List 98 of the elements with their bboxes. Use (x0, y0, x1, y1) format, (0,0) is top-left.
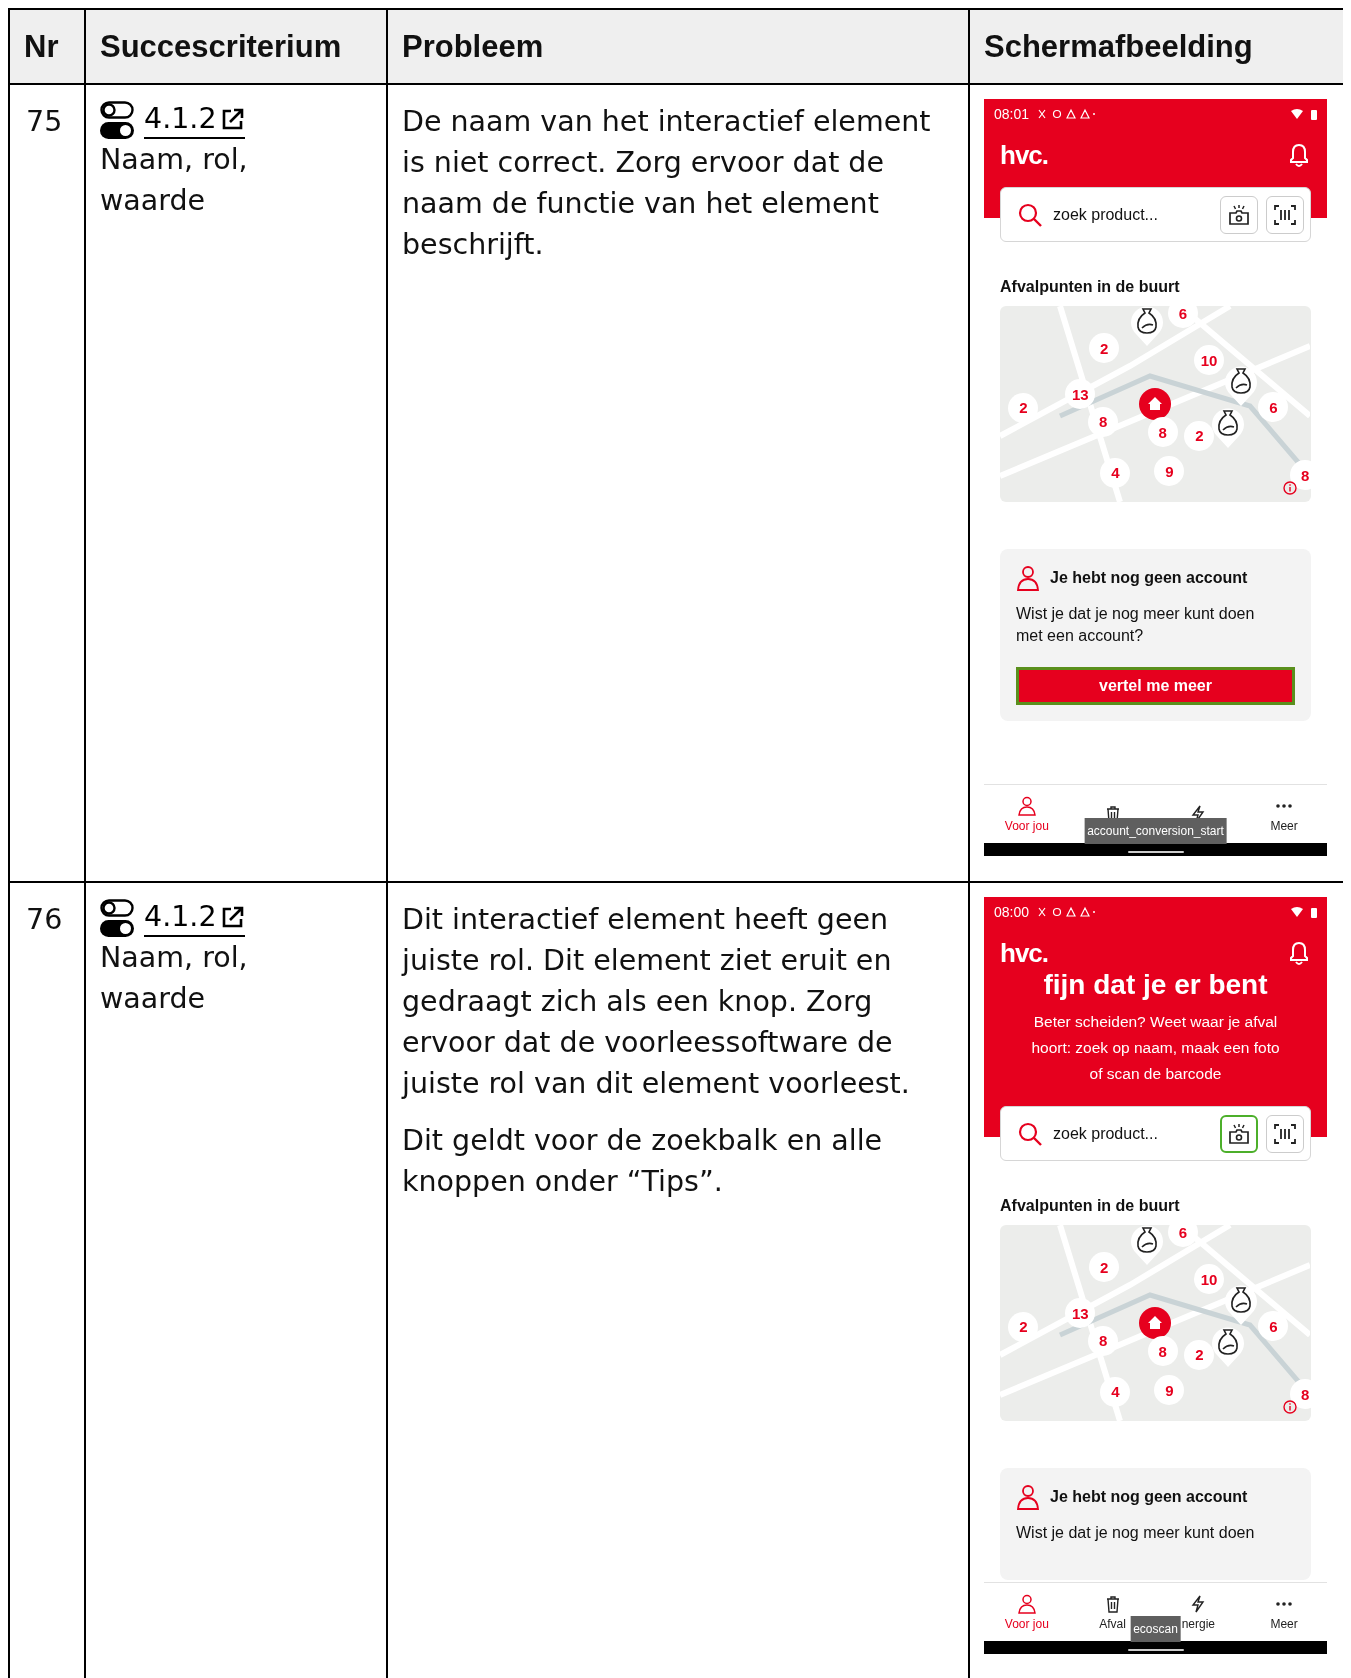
person-icon (1016, 1484, 1040, 1510)
status-time: 08:01 (994, 106, 1030, 122)
row-number: 76 (26, 903, 63, 936)
cluster-marker[interactable]: 6 (1258, 1311, 1289, 1342)
battery-icon (1311, 906, 1317, 918)
criterion-link[interactable]: 4.1.2 (144, 899, 245, 937)
camera-button[interactable] (1220, 195, 1258, 234)
column-header: Schermafbeelding (969, 9, 1343, 84)
problem-text: Dit interactief element heeft geen juiste rol. Dit element ziet eruit en gedraagt zich als een knop. Zorg ervoor dat de voorleessoftware de juiste rol van dit element voorleest. (402, 902, 911, 1102)
nav-tab[interactable]: Meer (1270, 795, 1298, 833)
cluster-marker[interactable]: 8 (1290, 1379, 1311, 1410)
external-link-icon (220, 905, 245, 929)
column-header: Succescriterium (85, 9, 387, 84)
cluster-marker[interactable]: 4 (1100, 457, 1131, 488)
status-time: 08:00 (994, 904, 1030, 920)
home-indicator[interactable] (1127, 850, 1184, 853)
cluster-marker[interactable]: 10 (1194, 1264, 1224, 1295)
wifi-icon (1291, 109, 1303, 119)
cluster-marker[interactable]: 2 (1089, 1252, 1120, 1283)
camera-icon (1227, 203, 1251, 226)
barcode-scan-button[interactable] (1266, 1114, 1304, 1153)
tell-me-more-button[interactable]: vertel me meer (1016, 667, 1295, 705)
home-marker (1139, 1307, 1172, 1339)
hvc-logo: hvc. (1000, 937, 1049, 969)
barcode-icon (1273, 203, 1297, 226)
wifi-icon (1291, 907, 1303, 917)
toggle-icon (100, 101, 134, 139)
card-title: Je hebt nog geen account (1050, 1488, 1248, 1506)
criterion-name: Naam, rol, waarde (100, 142, 249, 219)
card-text: Wist je dat je nog meer kunt doen met een account? (1016, 604, 1256, 646)
notification-icons (1037, 108, 1096, 120)
section-title: Afvalpunten in de buurt (1000, 1197, 1181, 1215)
cluster-marker[interactable]: 6 (1167, 306, 1198, 329)
hero-text: Beter scheiden? Weet waar je afval hoort: zoek op naam, maak een foto of scan de barcode (1030, 1012, 1281, 1084)
nav-tab[interactable]: Voor jou (1004, 1593, 1049, 1631)
cluster-marker[interactable]: 2 (1184, 1339, 1215, 1370)
nav-tab[interactable]: Voor jou (1004, 795, 1049, 833)
criterion-link[interactable]: 4.1.2 (144, 101, 245, 139)
toggle-icon (100, 899, 134, 937)
search-bar[interactable]: zoek product... (1000, 187, 1311, 242)
more-icon (1276, 803, 1293, 808)
info-icon[interactable] (1282, 481, 1297, 496)
bell-icon[interactable] (1287, 141, 1311, 169)
nav-tab[interactable]: Afval (1099, 1593, 1126, 1631)
person-icon (1016, 795, 1037, 816)
cluster-marker[interactable]: 2 (1184, 420, 1215, 451)
column-header: Probleem (387, 9, 969, 84)
cluster-marker[interactable]: 13 (1065, 1298, 1096, 1328)
cluster-marker[interactable]: 6 (1167, 1225, 1198, 1248)
tooltip: ecoscan (1130, 1616, 1181, 1642)
external-link-icon (220, 107, 245, 131)
home-marker (1139, 388, 1172, 420)
cluster-marker[interactable]: 8 (1088, 1325, 1119, 1356)
notification-icons (1037, 906, 1096, 918)
cluster-marker[interactable]: 8 (1147, 417, 1178, 448)
search-icon (1017, 201, 1043, 228)
info-icon[interactable] (1282, 1400, 1297, 1415)
problem-text: De naam van het interactief element is niet correct. Zorg ervoor dat de naam de functie van het element beschrijft. (402, 104, 932, 263)
card-text: Wist je dat je nog meer kunt doen (1016, 1523, 1256, 1543)
cluster-marker[interactable]: 9 (1154, 456, 1185, 487)
cluster-marker[interactable]: 8 (1147, 1336, 1178, 1367)
map-placeholder[interactable]: 6 2 10 13 2 6 8 8 2 4 9 8 (1000, 306, 1311, 502)
barcode-icon (1273, 1122, 1297, 1145)
cluster-marker[interactable]: 2 (1008, 392, 1039, 423)
home-indicator[interactable] (1127, 1648, 1184, 1651)
cluster-marker[interactable]: 8 (1088, 406, 1119, 437)
map-placeholder[interactable]: 6 2 10 13 2 6 8 8 2 4 9 8 (1000, 1225, 1311, 1421)
search-field[interactable]: zoek product... (1051, 204, 1212, 225)
search-icon (1017, 1120, 1043, 1147)
cluster-marker[interactable]: 13 (1065, 379, 1096, 409)
criterion-name: Naam, rol, waarde (100, 940, 249, 1017)
nav-tab[interactable]: nergie (1181, 1593, 1216, 1631)
more-icon (1276, 1601, 1293, 1606)
tooltip: account_conversion_start (1084, 818, 1227, 844)
hvc-logo: hvc. (1000, 139, 1049, 171)
cluster-marker[interactable]: 10 (1194, 345, 1224, 376)
person-icon (1016, 565, 1040, 591)
cluster-marker[interactable]: 8 (1290, 460, 1311, 491)
person-icon (1016, 1593, 1037, 1614)
row-number: 75 (26, 105, 63, 138)
cluster-marker[interactable]: 4 (1100, 1376, 1131, 1407)
card-title: Je hebt nog geen account (1050, 569, 1248, 587)
cluster-marker[interactable]: 2 (1008, 1311, 1039, 1342)
search-field[interactable]: zoek product... (1051, 1123, 1212, 1144)
camera-icon (1227, 1122, 1251, 1145)
hero-title: fijn dat je er bent (1042, 969, 1269, 1001)
cluster-marker[interactable]: 6 (1258, 392, 1289, 423)
barcode-scan-button[interactable] (1266, 195, 1304, 234)
camera-button[interactable] (1220, 1114, 1258, 1153)
section-title: Afvalpunten in de buurt (1000, 278, 1181, 296)
bell-icon[interactable] (1287, 939, 1311, 967)
nav-tab[interactable]: Meer (1270, 1593, 1298, 1631)
problem-text: Dit geldt voor de zoekbalk en alle knoppen onder “Tips”. (402, 1123, 884, 1200)
search-bar[interactable]: zoek product... (1000, 1106, 1311, 1161)
cluster-marker[interactable]: 2 (1089, 333, 1120, 364)
cluster-marker[interactable]: 9 (1154, 1375, 1185, 1406)
column-header: Nr (9, 9, 85, 84)
battery-icon (1311, 108, 1317, 120)
